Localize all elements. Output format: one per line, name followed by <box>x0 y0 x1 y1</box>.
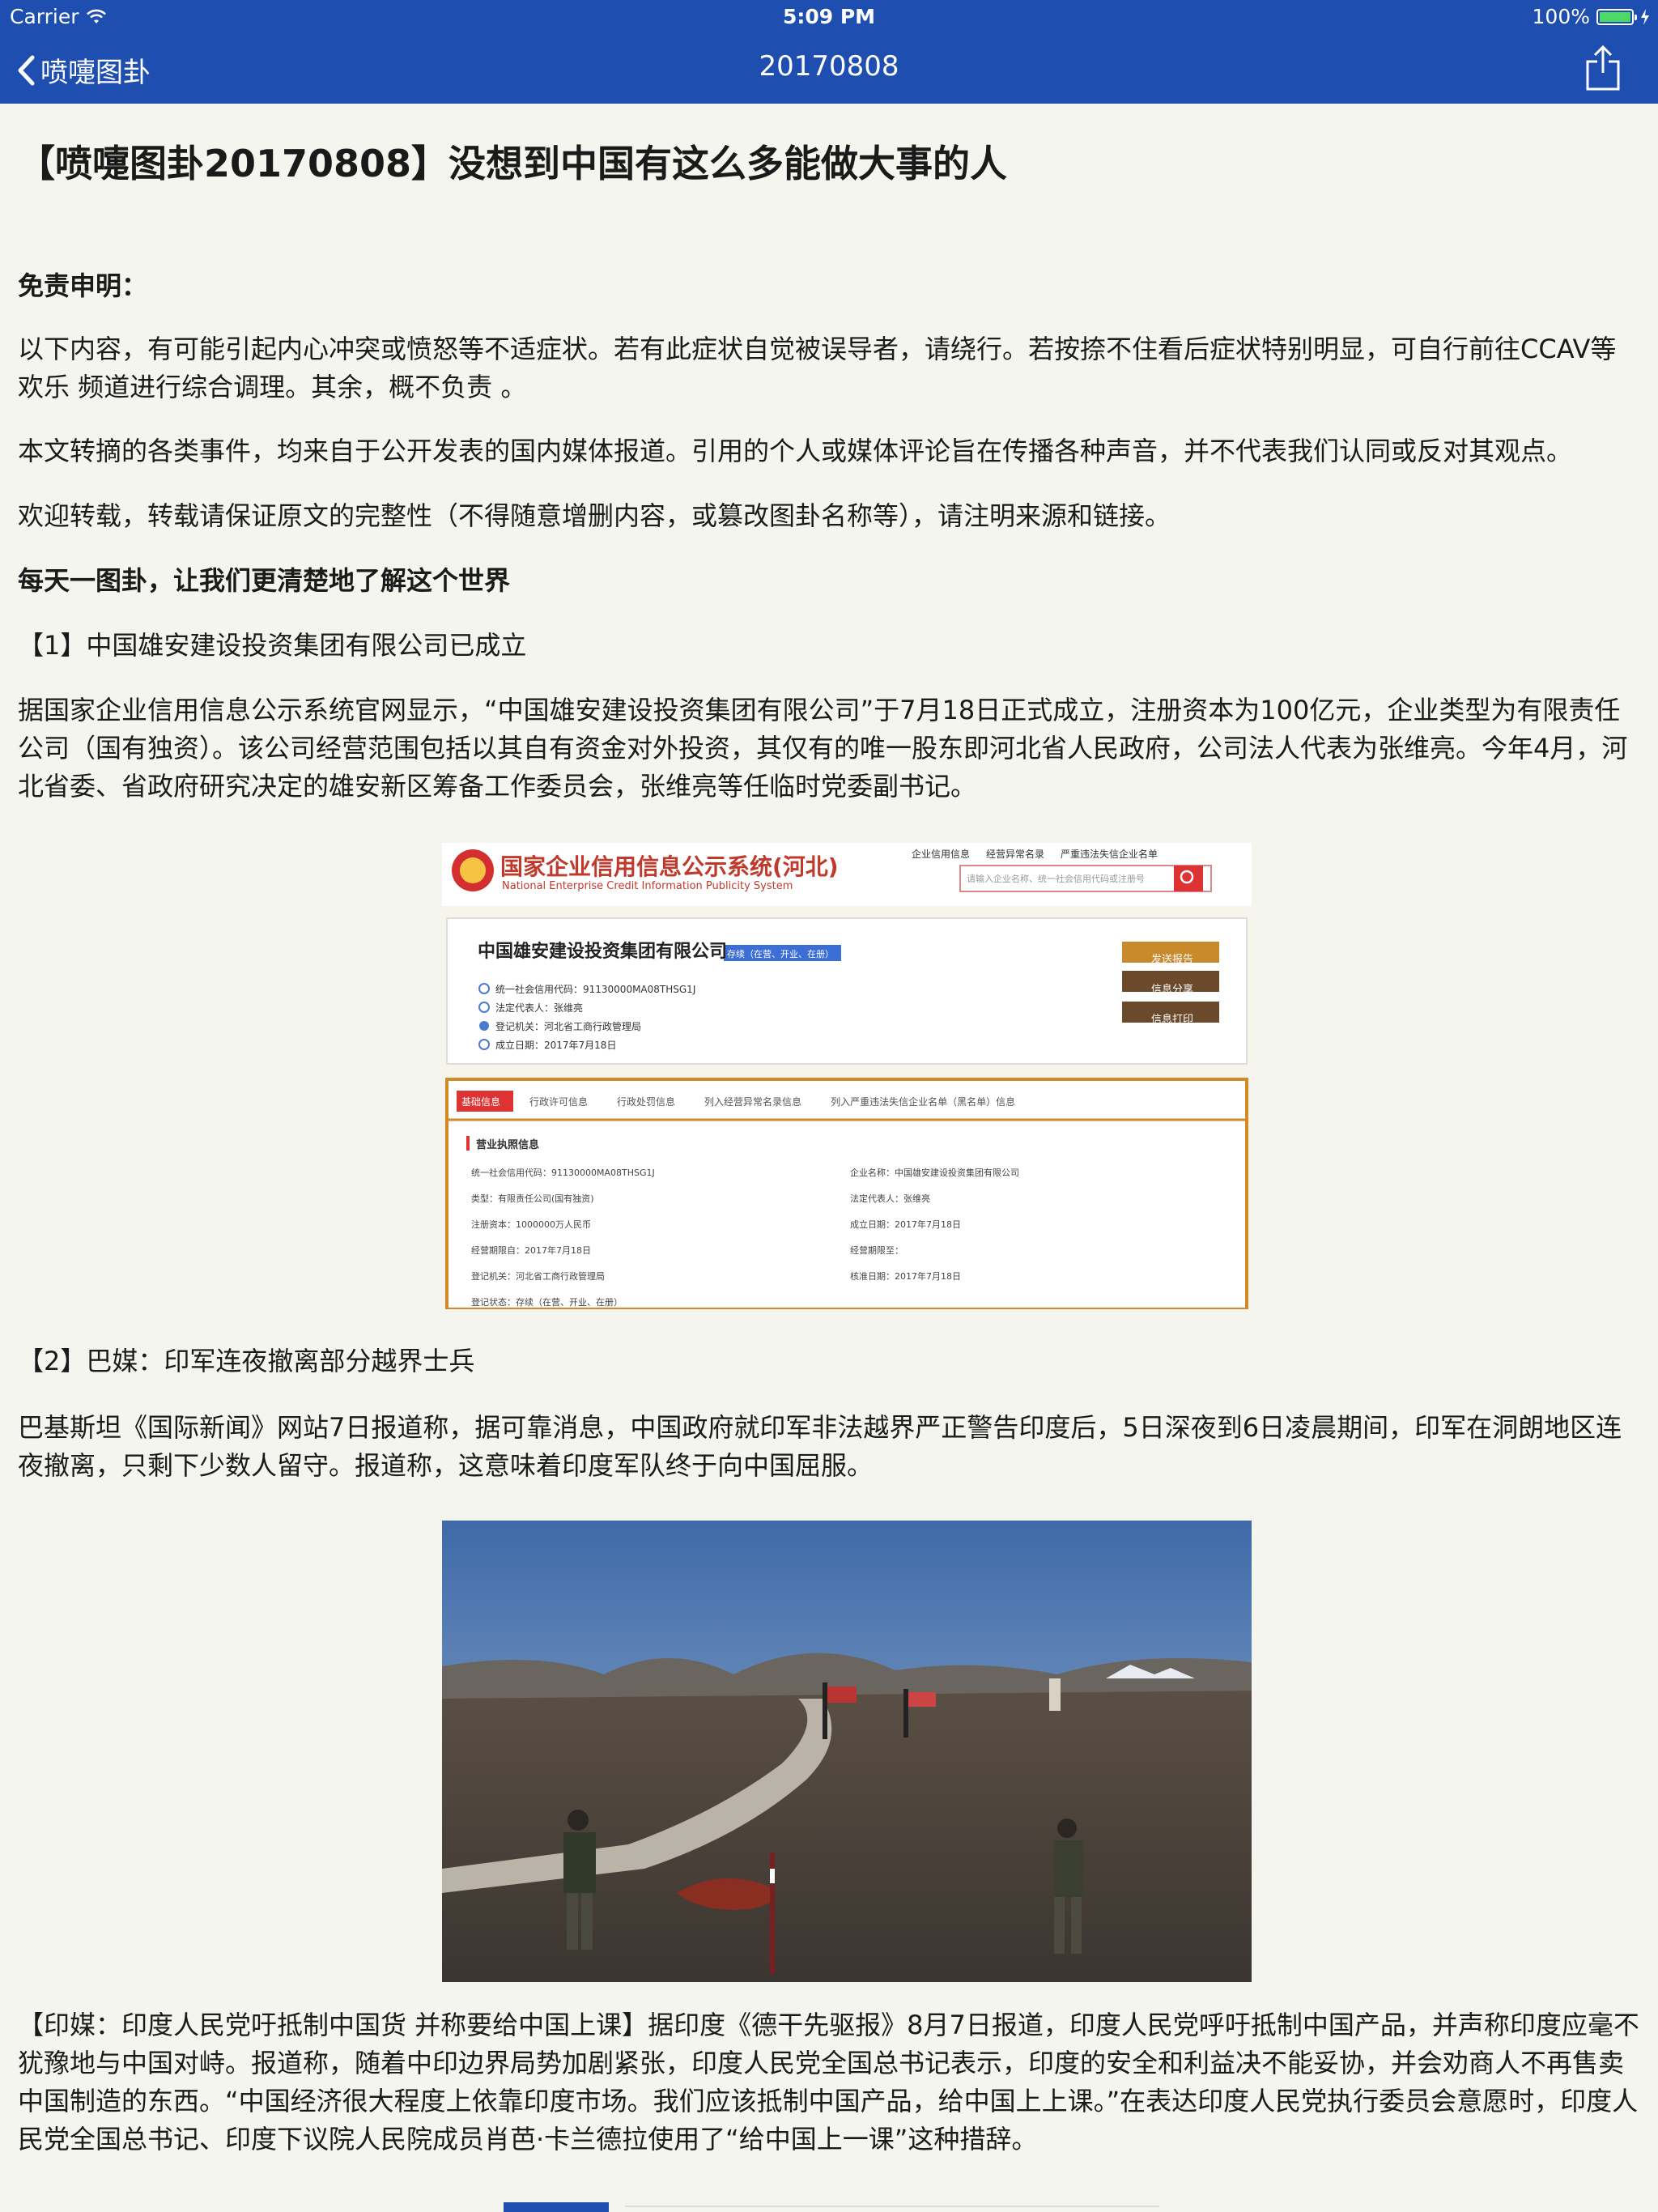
tab-penalty-info[interactable]: 行政处罚信息 <box>617 1095 675 1108</box>
field: 企业名称：中国雄安建设投资集团有限公司 <box>850 1168 1019 1178</box>
disclaimer-heading: 免责申明： <box>18 270 148 301</box>
field: 核准日期：2017年7月18日 <box>850 1271 961 1282</box>
info-line: 法定代表人：张维亮 <box>495 1002 584 1014</box>
site-subtitle: National Enterprise Credit Information P… <box>502 880 793 892</box>
item2-body: 巴基斯坦《国际新闻》网站7日报道称，据可靠消息，中国政府就印军非法越界严正警告印… <box>18 1412 1622 1481</box>
section-title: 营业执照信息 <box>476 1139 540 1151</box>
search-placeholder: 请输入企业名称、统一社会信用代码或注册号 <box>967 874 1145 884</box>
item3-body: 【印媒：印度人民党吁抵制中国货 并称要给中国上课】据印度《德干先驱报》8月7日报… <box>18 2010 1639 2155</box>
status-bar: Carrier 5:09 PM 100% <box>0 0 1658 32</box>
field: 经营期限至： <box>850 1245 903 1256</box>
field: 登记机关：河北省工商行政管理局 <box>471 1271 605 1282</box>
tab-basic-info[interactable]: 基础信息 <box>461 1095 500 1108</box>
clock: 5:09 PM <box>782 5 876 28</box>
top-links: 企业信用信息 经营异常名录 严重违法失信企业名单 <box>912 847 1158 861</box>
left-fields: 统一社会信用代码：91130000MA08THSG1J 类型：有限责任公司(国有… <box>471 1160 655 1309</box>
charging-icon <box>1641 8 1649 25</box>
info-line: 登记机关：河北省工商行政管理局 <box>495 1021 642 1032</box>
action-buttons: 发送报告 信息分享 信息打印 <box>1151 945 1193 1035</box>
item1-body: 据国家企业信用信息公示系统官网显示，“中国雄安建设投资集团有限公司”于7月18日… <box>18 695 1628 802</box>
info-line: 成立日期：2017年7月18日 <box>495 1040 617 1051</box>
company-info: 统一社会信用代码：91130000MA08THSG1J 法定代表人：张维亮 登记… <box>495 981 695 1055</box>
field: 法定代表人：张维亮 <box>850 1193 930 1204</box>
article-title: 【喷嚏图卦20170808】没想到中国有这么多能做大事的人 <box>18 142 1008 185</box>
disclaimer-paragraph-2: 本文转摘的各类事件，均来自于公开发表的国内媒体报道。引用的个人或媒体评论旨在传播… <box>18 436 1573 466</box>
border-landscape-photo <box>442 1521 1252 1982</box>
company-name: 中国雄安建设投资集团有限公司 <box>478 942 728 962</box>
send-report-button[interactable]: 发送报告 <box>1151 945 1193 975</box>
site-title: 国家企业信用信息公示系统(河北) <box>500 853 839 880</box>
status-badge: 存续（在营、开业、在册） <box>727 949 834 959</box>
credit-system-screenshot: 国家企业信用信息公示系统(河北) National Enterprise Cre… <box>442 843 1252 1309</box>
field: 成立日期：2017年7月18日 <box>850 1219 961 1230</box>
print-info-button[interactable]: 信息打印 <box>1151 1005 1193 1035</box>
slogan: 每天一图卦，让我们更清楚地了解这个世界 <box>18 565 511 596</box>
navigation-bar: 喷嚏图卦 20170808 <box>0 32 1658 104</box>
info-tabs: 基础信息 行政许可信息 行政处罚信息 列入经营异常名录信息 列入严重违法失信企业… <box>461 1095 1015 1108</box>
top-link[interactable]: 严重违法失信企业名单 <box>1061 847 1158 861</box>
share-icon[interactable] <box>1582 44 1624 92</box>
item1-heading: 【1】中国雄安建设投资集团有限公司已成立 <box>18 630 527 661</box>
tab-blacklist[interactable]: 列入严重违法失信企业名单（黑名单）信息 <box>831 1095 1015 1108</box>
disclaimer-paragraph-3: 欢迎转载，转载请保证原文的完整性（不得随意增删内容，或篡改图卦名称等），请注明来… <box>18 500 1171 531</box>
battery-icon <box>1596 8 1637 25</box>
share-info-button[interactable]: 信息分享 <box>1151 975 1193 1005</box>
item2-heading: 【2】巴媒：印军连夜撤离部分越界士兵 <box>18 1346 475 1376</box>
info-line: 统一社会信用代码：91130000MA08THSG1J <box>495 984 696 995</box>
field: 经营期限自：2017年7月18日 <box>471 1245 591 1256</box>
field: 类型：有限责任公司(国有独资) <box>471 1193 594 1204</box>
disclaimer-paragraph-1: 以下内容，有可能引起内心冲突或愤怒等不适症状。若有此症状自觉被误导者，请绕行。若… <box>18 334 1617 402</box>
top-link[interactable]: 企业信用信息 <box>912 847 970 861</box>
nav-title: 20170808 <box>759 50 899 83</box>
field: 注册资本：1000000万人民币 <box>471 1219 591 1230</box>
field: 登记状态：存续（在营、开业、在册） <box>471 1297 623 1308</box>
right-fields: 企业名称：中国雄安建设投资集团有限公司 法定代表人：张维亮 成立日期：2017年… <box>850 1160 1019 1290</box>
next-image-top <box>471 2197 1184 2212</box>
field: 统一社会信用代码：91130000MA08THSG1J <box>471 1168 655 1178</box>
top-link[interactable]: 经营异常名录 <box>986 847 1044 861</box>
tab-abnormal-list[interactable]: 列入经营异常名录信息 <box>704 1095 801 1108</box>
tab-license-info[interactable]: 行政许可信息 <box>529 1095 588 1108</box>
article-content: 【喷嚏图卦20170808】没想到中国有这么多能做大事的人 免责申明： 以下内容… <box>18 104 1640 2212</box>
battery-percent: 100% <box>1532 5 1590 28</box>
